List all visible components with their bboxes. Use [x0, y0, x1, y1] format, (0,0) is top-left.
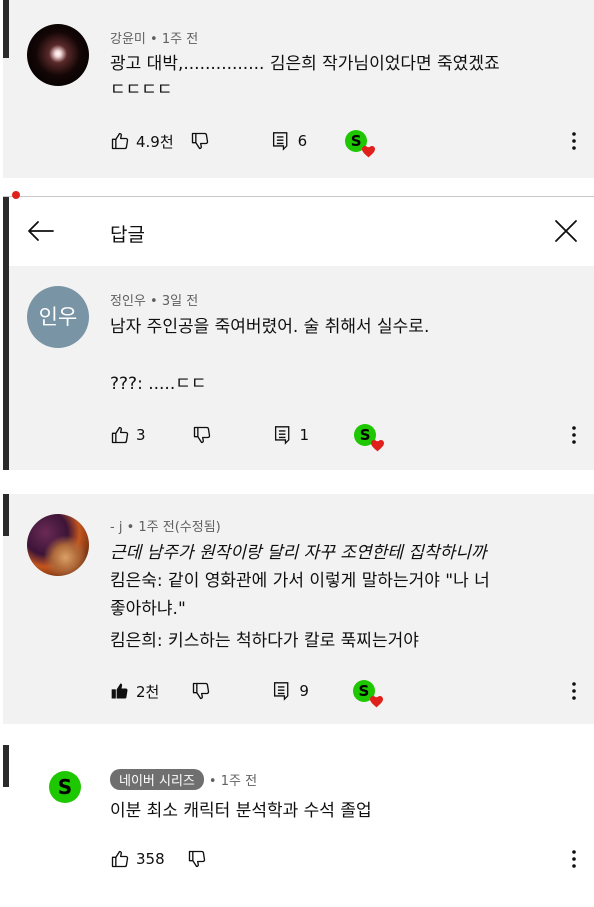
like-count: 358	[136, 850, 165, 868]
reply-button[interactable]: 1	[274, 425, 310, 445]
reply-icon	[274, 682, 289, 701]
like-button[interactable]: 358	[110, 849, 165, 869]
creator-heart: S	[354, 424, 385, 452]
creator-badge[interactable]: 네이버 시리즈	[110, 769, 204, 790]
like-icon	[111, 132, 129, 150]
comment-text: 킴은숙: 같이 영화관에 가서 이렇게 말하는거야 "나 너	[110, 571, 490, 591]
comment-text: 이분 최소 캐릭터 분석학과 수석 졸업	[110, 801, 372, 821]
like-button[interactable]: 2천	[110, 681, 159, 702]
back-arrow-icon[interactable]	[27, 220, 55, 242]
like-button[interactable]: 3	[110, 425, 146, 445]
reply-button[interactable]: 6	[272, 131, 308, 151]
avatar-initials: 인우	[38, 305, 78, 329]
comment-text: 킴은희: 키스하는 척하다가 칼로 푹찌는거야	[110, 631, 419, 651]
comment-text: ???: .....ㄷㄷ	[110, 374, 207, 394]
comment-text: 근데 남주가 원작이랑 달리 자꾸 조연한테 집착하니까	[110, 543, 487, 563]
reply-count: 1	[299, 426, 310, 444]
like-icon	[111, 426, 129, 444]
dislike-icon	[191, 132, 208, 150]
creator-avatar: S	[354, 424, 385, 452]
more-icon[interactable]	[570, 849, 578, 869]
notification-dot	[12, 191, 20, 199]
reply-card: 인우 정인우 • 3일 전 남자 주인공을 죽여버렸어. 술 취해서 실수로. …	[3, 266, 594, 470]
like-count: 3	[136, 426, 146, 444]
author-name[interactable]: - j	[110, 520, 122, 535]
creator-heart: S	[345, 130, 376, 158]
dislike-icon	[193, 426, 210, 444]
thread-indicator	[3, 494, 9, 536]
dislike-icon	[188, 850, 205, 868]
timestamp: • 1주 전	[208, 774, 258, 789]
like-button[interactable]: 4.9천	[110, 131, 174, 152]
dislike-button[interactable]	[192, 425, 212, 445]
comment-meta: 정인우 • 3일 전	[110, 290, 198, 309]
avatar[interactable]: 인우	[27, 286, 89, 348]
comment-actions: 2천 9 S	[110, 679, 383, 708]
comment-actions: 4.9천 6 S	[110, 129, 376, 158]
comment-actions: 3 1 S	[110, 423, 385, 452]
dislike-button[interactable]	[191, 681, 211, 701]
comment-text: 좋아하냐."	[110, 599, 186, 619]
thread-indicator	[3, 266, 9, 470]
thread-indicator	[3, 197, 9, 267]
reply-icon	[274, 426, 289, 445]
reply-count: 6	[297, 132, 308, 150]
more-icon[interactable]	[570, 681, 578, 701]
comment-card-1: 강윤미 • 1주 전 광고 대박,............... 김은희 작가님…	[3, 0, 594, 178]
comment-actions: 358	[110, 847, 207, 871]
comment-text: 남자 주인공을 죽여버렸어. 술 취해서 실수로.	[110, 317, 430, 337]
comment-text: ㄷㄷㄷㄷ	[110, 80, 173, 100]
more-icon[interactable]	[570, 131, 578, 151]
like-count: 4.9천	[136, 132, 174, 151]
reply-panel: 답글 인우 정인우 • 3일 전 남자 주인공을 죽여버렸어. 술 취해서 실수…	[0, 191, 594, 470]
avatar[interactable]	[27, 514, 89, 576]
creator-heart-icon	[369, 696, 383, 708]
panel-title: 답글	[110, 224, 145, 246]
creator-heart-icon	[362, 146, 376, 158]
dislike-button[interactable]	[187, 849, 207, 869]
creator-avatar: S	[352, 680, 383, 708]
dislike-icon	[193, 682, 210, 700]
creator-heart: S	[352, 680, 383, 708]
close-icon[interactable]	[554, 219, 578, 243]
avatar-letter: S	[57, 775, 73, 799]
like-icon	[111, 850, 129, 868]
more-icon[interactable]	[570, 425, 578, 445]
like-filled-icon	[111, 683, 128, 699]
creator-heart-icon	[371, 440, 385, 452]
timestamp: • 1주 전(수정됨)	[126, 520, 221, 535]
dislike-button[interactable]	[190, 131, 210, 151]
comment-card-2: - j • 1주 전(수정됨) 근데 남주가 원작이랑 달리 자꾸 조연한테 집…	[3, 494, 594, 724]
creator-avatar: S	[345, 130, 376, 158]
comment-meta: 네이버 시리즈 • 1주 전	[110, 769, 257, 790]
author-name[interactable]: 정인우	[110, 294, 146, 309]
comment-meta: 강윤미 • 1주 전	[110, 28, 198, 47]
like-count: 2천	[136, 682, 160, 701]
thread-indicator	[3, 745, 9, 787]
reply-button[interactable]: 9	[273, 681, 309, 701]
comment-text: 광고 대박,............... 김은희 작가님이었다면 죽였겠죠	[110, 54, 500, 74]
thread-indicator	[3, 0, 9, 58]
reply-panel-header: 답글	[3, 191, 594, 267]
avatar[interactable]	[27, 24, 89, 86]
comment-card-3: S 네이버 시리즈 • 1주 전 이분 최소 캐릭터 분석학과 수석 졸업 35…	[3, 745, 594, 907]
reply-count: 9	[299, 682, 309, 700]
author-name[interactable]: 강윤미	[110, 32, 146, 47]
avatar[interactable]: S	[49, 771, 81, 803]
timestamp: • 3일 전	[150, 294, 199, 309]
timestamp: • 1주 전	[150, 32, 199, 47]
reply-icon	[272, 132, 288, 151]
comment-meta: - j • 1주 전(수정됨)	[110, 516, 221, 535]
